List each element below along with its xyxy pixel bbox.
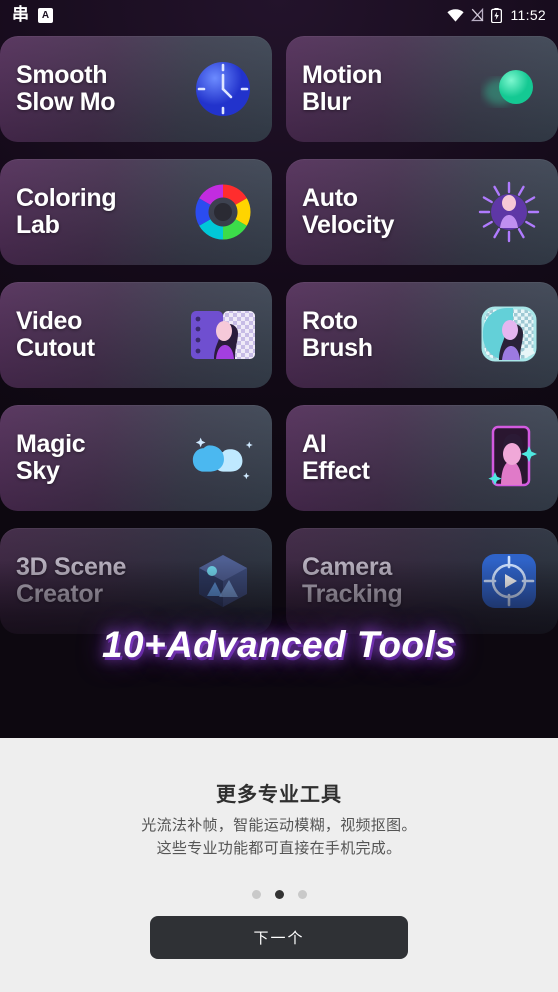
tool-card-ai-effect[interactable]: AI Effect (286, 405, 558, 511)
next-button[interactable]: 下一个 (150, 916, 408, 959)
cloud-sparkle-icon (188, 423, 258, 493)
card-row: Coloring Lab Auto Velocity (0, 159, 558, 265)
pagination-dot[interactable] (297, 890, 307, 899)
wifi-icon (446, 8, 464, 22)
tool-card-label: Smooth Slow Mo (16, 61, 116, 116)
tool-card-smooth-slow-mo[interactable]: Smooth Slow Mo (0, 36, 272, 142)
hero-section: 串 A 11:52 Smooth Slow Mo Motion Blur Col… (0, 0, 558, 738)
sheet-description: 光流法补帧，智能运动模糊，视频抠图。 这些专业功能都可直接在手机完成。 (141, 817, 417, 858)
tool-card-coloring-lab[interactable]: Coloring Lab (0, 159, 272, 265)
tool-card-video-cutout[interactable]: Video Cutout (0, 282, 272, 388)
status-bar: 串 A 11:52 (0, 0, 558, 30)
card-row: 3D Scene Creator Camera Tracking (0, 528, 558, 634)
app-badge-icon: A (38, 7, 53, 23)
pagination-dot[interactable] (251, 890, 261, 899)
battery-charging-icon (490, 7, 502, 23)
status-bar-left: 串 A (12, 4, 53, 25)
sheet-title: 更多专业工具 (216, 784, 342, 806)
pagination-dots (0, 890, 558, 899)
cutout-icon (188, 300, 258, 370)
tracking-icon (474, 546, 544, 616)
clock-icon (188, 54, 258, 124)
tool-card-label: Magic Sky (16, 430, 86, 485)
pagination-dot-active[interactable] (274, 890, 284, 899)
signal-off-icon (470, 8, 484, 22)
tool-card-grid: Smooth Slow Mo Motion Blur Coloring Lab … (0, 36, 558, 651)
tool-card-label: Video Cutout (16, 307, 95, 362)
hero-headline: 10+Advanced Tools (102, 624, 456, 665)
tool-card-camera-tracking[interactable]: Camera Tracking (286, 528, 558, 634)
ime-indicator-icon: 串 (12, 4, 29, 25)
tool-card-label: Motion Blur (302, 61, 383, 116)
onboarding-screen: 串 A 11:52 Smooth Slow Mo Motion Blur Col… (0, 0, 558, 992)
tool-card-label: Roto Brush (302, 307, 373, 362)
color-wheel-icon (188, 177, 258, 247)
tool-card-magic-sky[interactable]: Magic Sky (0, 405, 272, 511)
tool-card-roto-brush[interactable]: Roto Brush (286, 282, 558, 388)
tool-card-auto-velocity[interactable]: Auto Velocity (286, 159, 558, 265)
ai-portrait-icon (474, 423, 544, 493)
cube-scene-icon (188, 546, 258, 616)
speed-burst-icon (474, 177, 544, 247)
status-bar-clock: 11:52 (510, 7, 546, 23)
tool-card-label: Camera Tracking (302, 553, 403, 608)
tool-card-3d-scene-creator[interactable]: 3D Scene Creator (0, 528, 272, 634)
tool-card-label: 3D Scene Creator (16, 553, 127, 608)
card-row: Video Cutout Roto Brush (0, 282, 558, 388)
blur-sphere-icon (474, 54, 544, 124)
tool-card-label: AI Effect (302, 430, 370, 485)
status-bar-right: 11:52 (446, 7, 547, 23)
tool-card-motion-blur[interactable]: Motion Blur (286, 36, 558, 142)
tool-card-label: Auto Velocity (302, 184, 395, 239)
card-row: Magic Sky AI Effect (0, 405, 558, 511)
tool-card-label: Coloring Lab (16, 184, 117, 239)
card-row: Smooth Slow Mo Motion Blur (0, 36, 558, 142)
roto-brush-icon (474, 300, 544, 370)
